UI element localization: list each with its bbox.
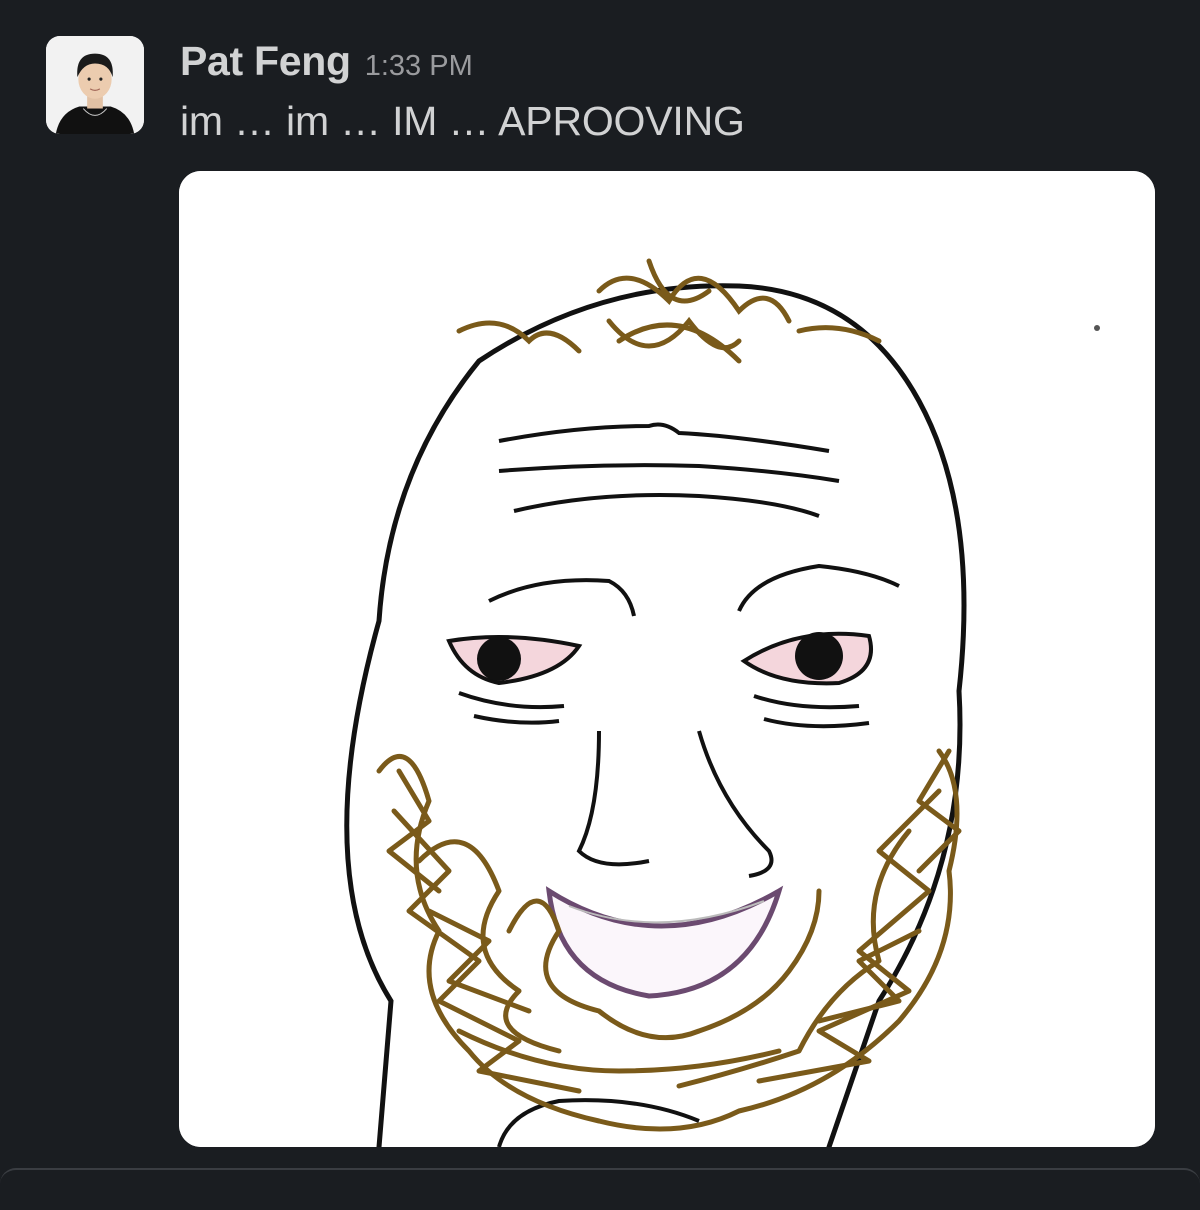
message-composer-edge[interactable] — [0, 1168, 1200, 1210]
meme-image-icon — [179, 171, 1155, 1147]
message-timestamp[interactable]: 1:33 PM — [365, 50, 473, 83]
message-header: Pat Feng 1:33 PM — [180, 38, 473, 94]
message-item: Pat Feng 1:33 PM im … im … IM … APROOVIN… — [0, 0, 1200, 1210]
user-avatar[interactable] — [46, 36, 144, 134]
image-attachment[interactable] — [179, 171, 1155, 1147]
sender-name[interactable]: Pat Feng — [180, 38, 351, 85]
message-text: im … im … IM … APROOVING — [180, 98, 745, 144]
avatar-photo-icon — [46, 36, 144, 134]
